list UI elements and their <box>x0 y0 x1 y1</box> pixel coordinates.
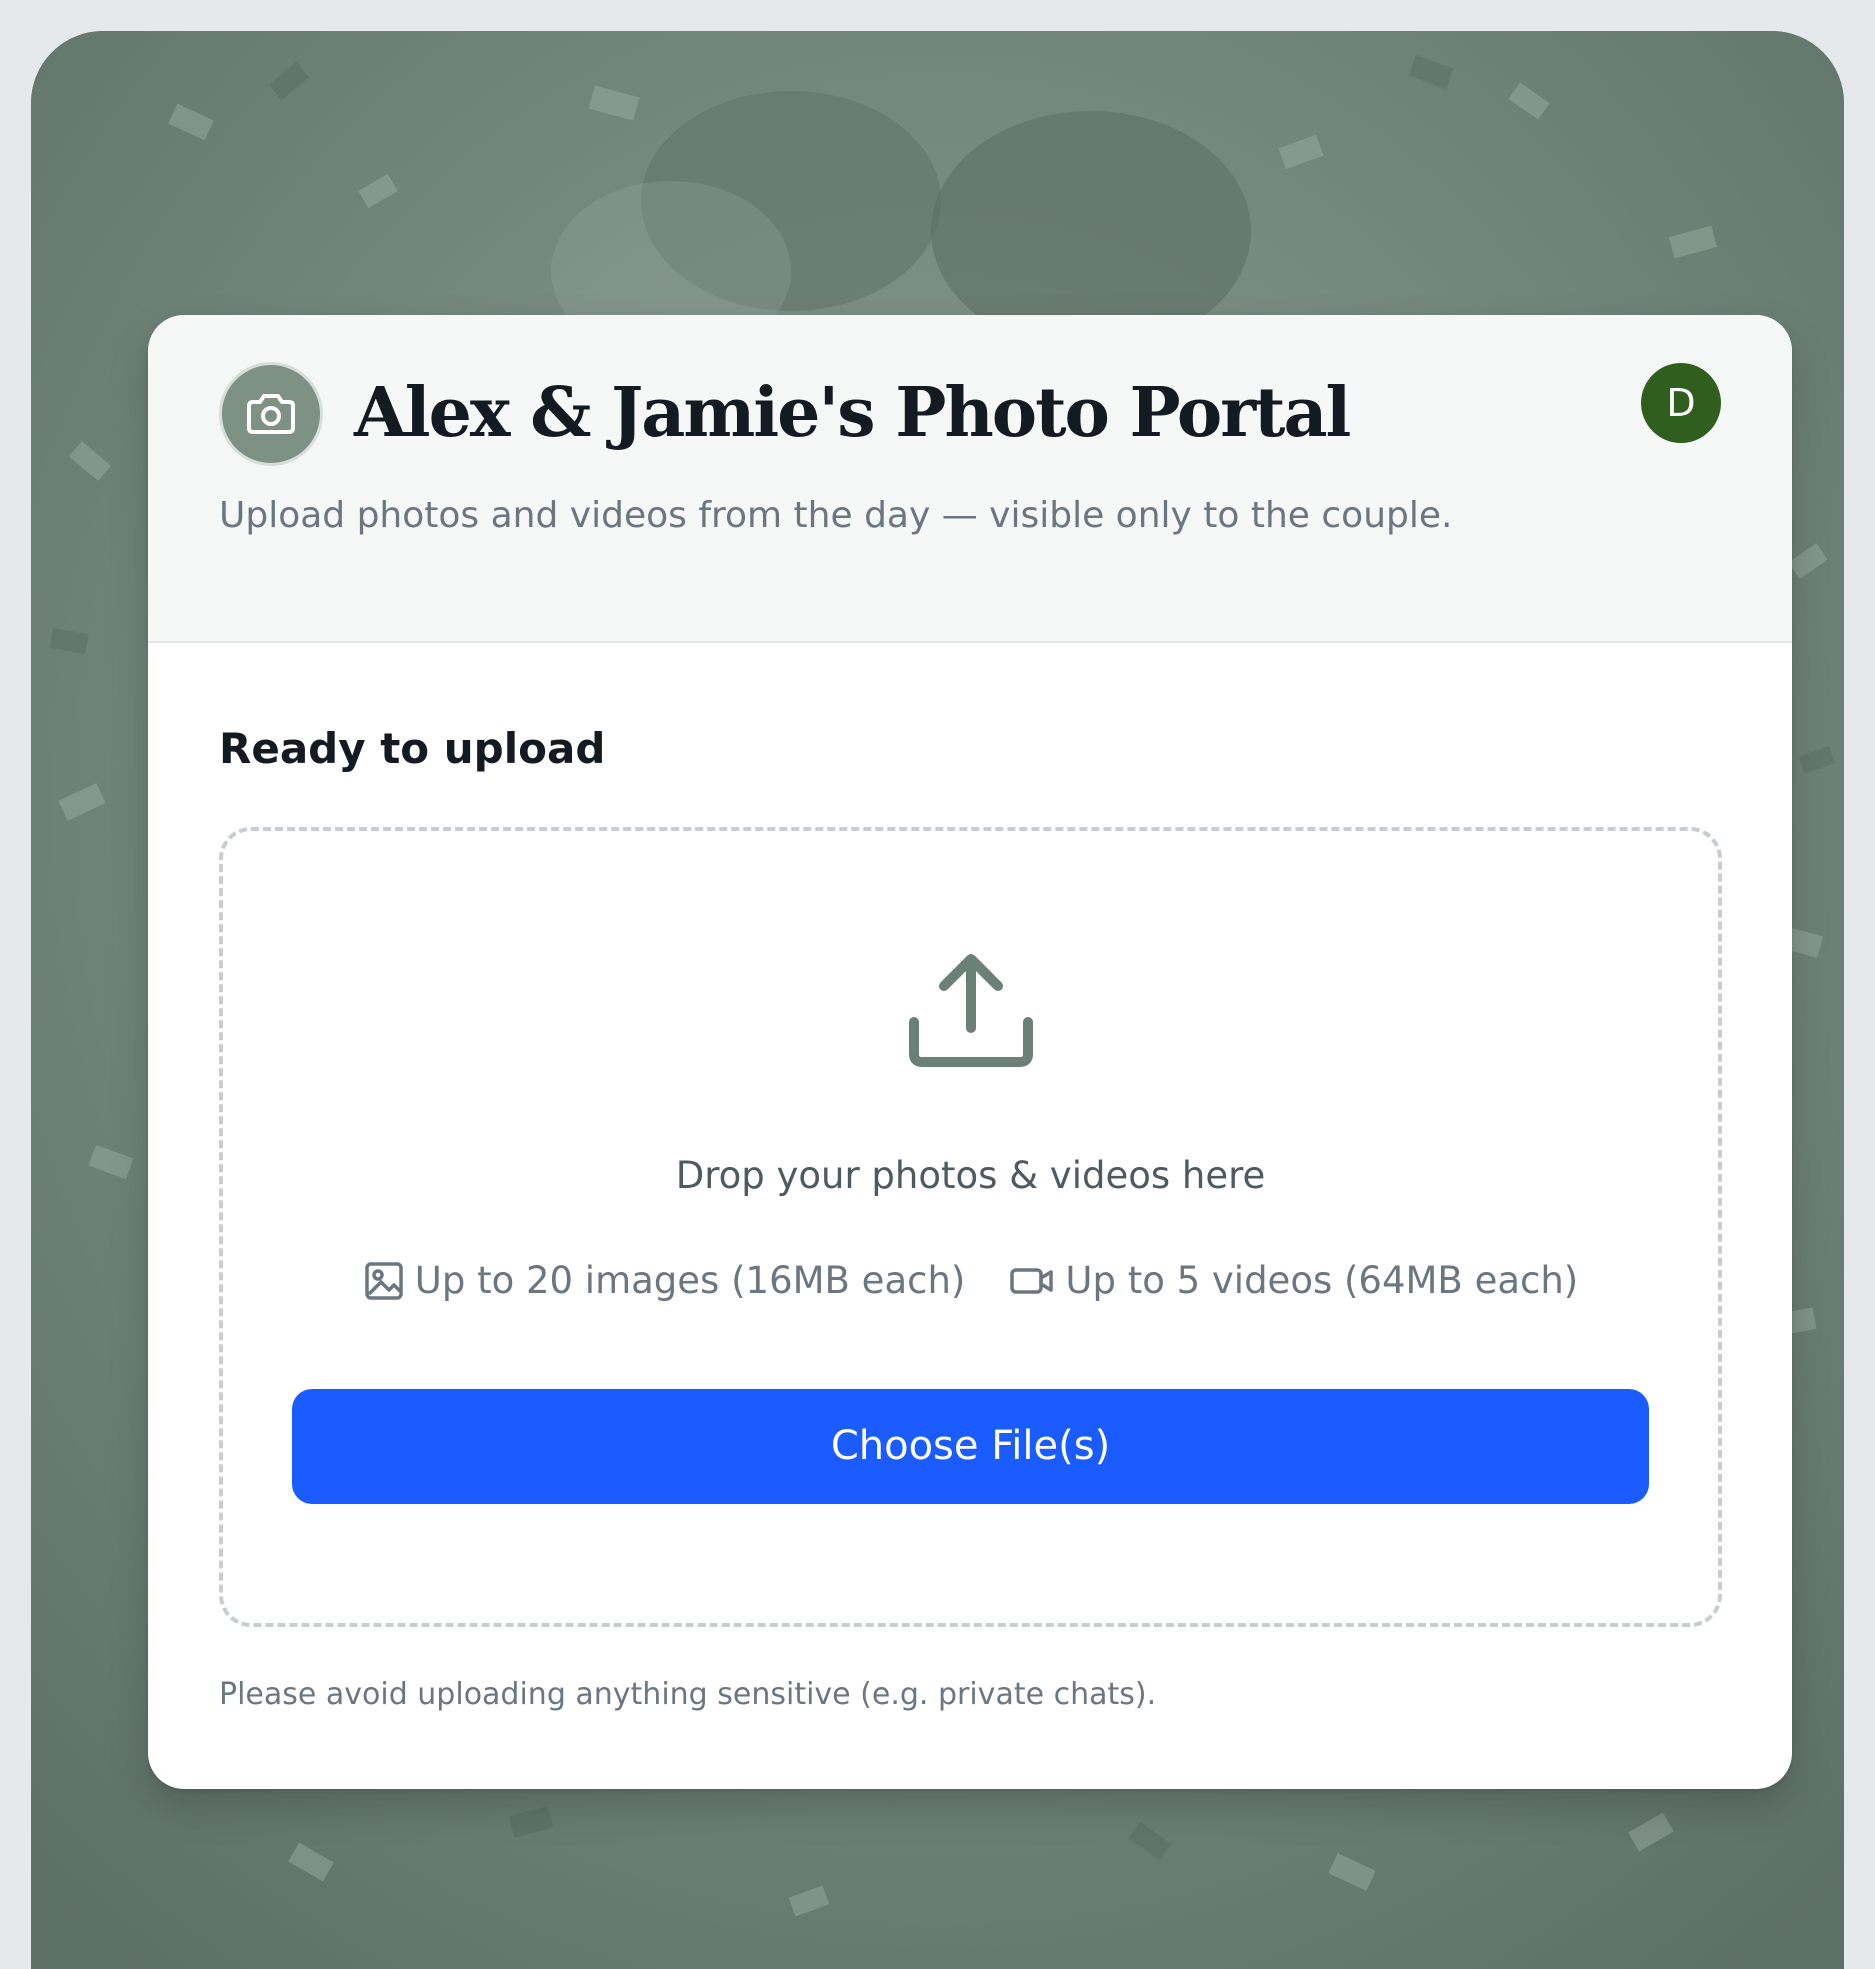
upload-limits: Up to 20 images (16MB each) Up to 5 vide… <box>223 1256 1718 1306</box>
user-avatar[interactable]: D <box>1641 363 1721 443</box>
upload-icon <box>909 954 1033 1067</box>
section-title: Ready to upload <box>219 724 606 773</box>
background-frame: Alex & Jamie's Photo Portal D Upload pho… <box>31 31 1844 1969</box>
image-limit: Up to 20 images (16MB each) <box>363 1256 966 1306</box>
privacy-note: Please avoid uploading anything sensitiv… <box>219 1677 1157 1712</box>
image-limit-text: Up to 20 images (16MB each) <box>414 1259 966 1302</box>
file-dropzone[interactable]: Drop your photos & videos here Up to 20 … <box>219 827 1722 1627</box>
video-icon <box>1010 1268 1054 1294</box>
page-subtitle: Upload photos and videos from the day — … <box>219 495 1453 536</box>
camera-icon <box>219 362 323 466</box>
image-icon <box>364 1262 403 1300</box>
upload-card: Alex & Jamie's Photo Portal D Upload pho… <box>148 315 1792 1789</box>
video-limit: Up to 5 videos (64MB each) <box>1009 1256 1578 1306</box>
card-header: Alex & Jamie's Photo Portal D Upload pho… <box>148 315 1792 643</box>
choose-files-button[interactable]: Choose File(s) <box>292 1389 1649 1504</box>
drop-instructions: Drop your photos & videos here <box>675 1154 1266 1197</box>
video-limit-text: Up to 5 videos (64MB each) <box>1065 1259 1579 1302</box>
page-title: Alex & Jamie's Photo Portal <box>354 373 1351 453</box>
